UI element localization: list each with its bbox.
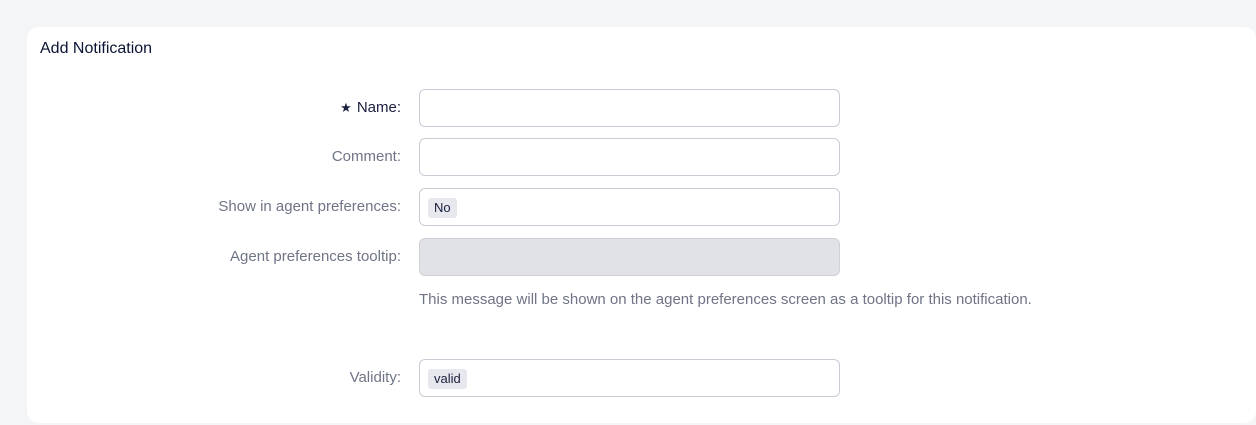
panel-title: Add Notification: [40, 40, 153, 57]
comment-input[interactable]: [419, 138, 840, 176]
validity-select[interactable]: valid: [419, 359, 840, 397]
show-in-agent-preferences-label: Show in agent preferences:: [218, 198, 401, 215]
add-notification-panel: Add Notification ★ Name: Comment: Show in…: [27, 27, 1256, 423]
required-star-icon: ★: [340, 100, 352, 115]
selected-option-tag: valid: [428, 369, 467, 389]
show-in-agent-preferences-select[interactable]: No: [419, 188, 840, 226]
agent-preferences-tooltip-label: Agent preferences tooltip:: [230, 248, 401, 265]
name-label: ★ Name:: [27, 99, 401, 117]
selected-option-tag: No: [428, 198, 457, 218]
name-input[interactable]: [419, 89, 840, 127]
name-label-text: Name:: [356, 99, 401, 116]
validity-label: Validity:: [349, 369, 401, 386]
comment-label: Comment:: [331, 148, 401, 165]
agent-preferences-tooltip-input: [419, 238, 840, 276]
tooltip-help-text: This message will be shown on the agent …: [419, 291, 1032, 308]
